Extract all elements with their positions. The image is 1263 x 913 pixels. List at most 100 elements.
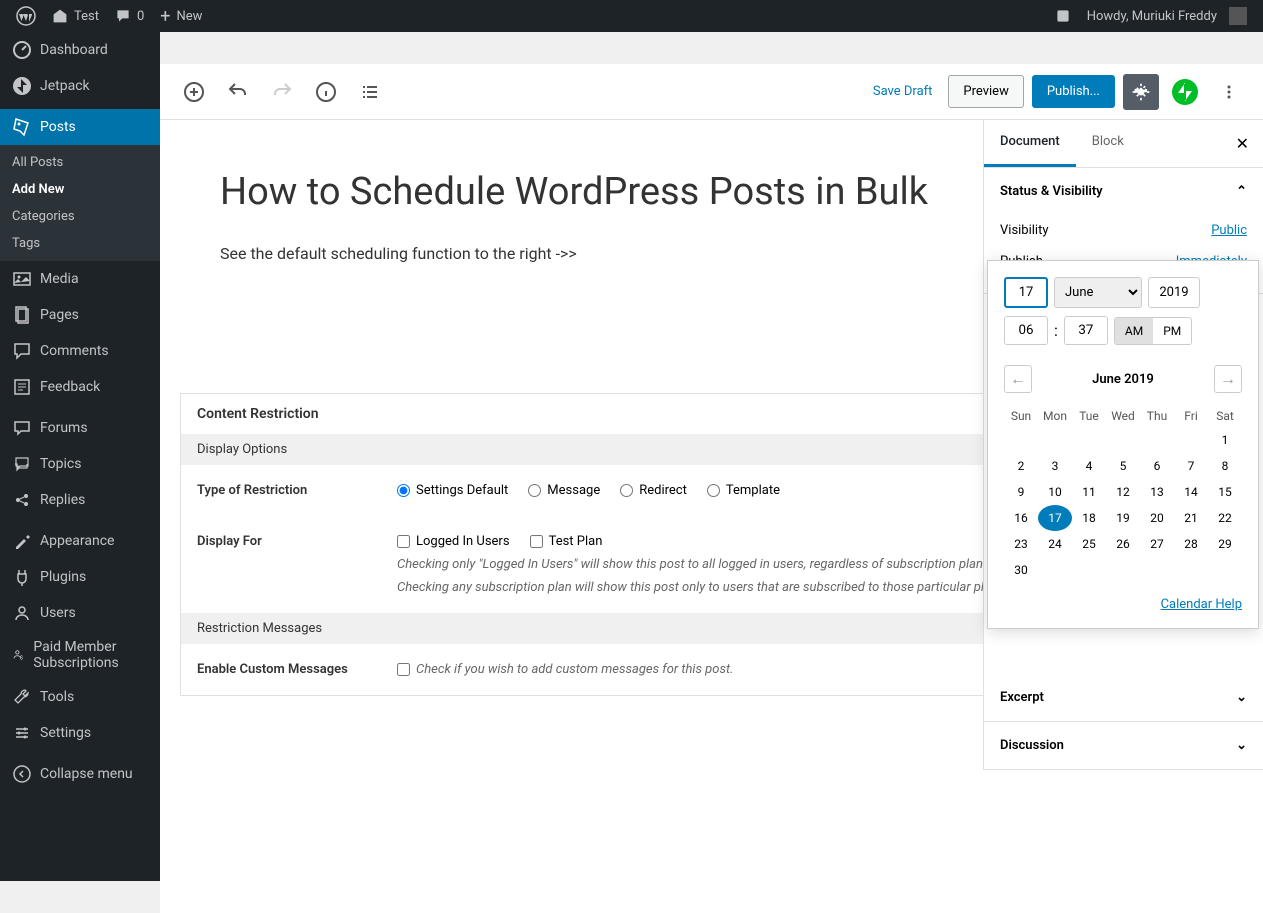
preview-button[interactable]: Preview — [948, 75, 1023, 108]
check-logged-in[interactable]: Logged In Users — [397, 534, 510, 549]
calendar-day[interactable]: 15 — [1208, 479, 1242, 505]
submenu-all-posts[interactable]: All Posts — [0, 149, 160, 176]
outline-icon[interactable] — [352, 74, 388, 110]
calendar-dow: Fri — [1174, 405, 1208, 427]
menu-media[interactable]: Media — [0, 261, 160, 297]
calendar-day[interactable]: 16 — [1004, 505, 1038, 531]
notifications-icon[interactable] — [1047, 0, 1079, 32]
info-icon[interactable] — [308, 74, 344, 110]
hour-input[interactable] — [1004, 316, 1048, 345]
calendar-day[interactable]: 6 — [1140, 453, 1174, 479]
calendar-day[interactable]: 28 — [1174, 531, 1208, 557]
calendar-day[interactable]: 24 — [1038, 531, 1072, 557]
label-type-restriction: Type of Restriction — [197, 483, 377, 498]
menu-jetpack[interactable]: Jetpack — [0, 68, 160, 104]
site-link[interactable]: Test — [44, 0, 107, 32]
day-input[interactable] — [1004, 277, 1048, 308]
check-test-plan[interactable]: Test Plan — [530, 534, 603, 549]
menu-dashboard[interactable]: Dashboard — [0, 32, 160, 68]
calendar-day[interactable]: 25 — [1072, 531, 1106, 557]
calendar-day[interactable]: 30 — [1004, 557, 1038, 583]
calendar-day[interactable]: 21 — [1174, 505, 1208, 531]
calendar-day[interactable]: 12 — [1106, 479, 1140, 505]
section-discussion[interactable]: Discussion⌄ — [984, 722, 1263, 769]
calendar-day[interactable]: 27 — [1140, 531, 1174, 557]
collapse-menu[interactable]: Collapse menu — [0, 756, 160, 792]
calendar-day[interactable]: 22 — [1208, 505, 1242, 531]
menu-users[interactable]: Users — [0, 595, 160, 631]
menu-appearance[interactable]: Appearance — [0, 523, 160, 559]
publish-button[interactable]: Publish... — [1032, 75, 1115, 108]
calendar-day[interactable]: 14 — [1174, 479, 1208, 505]
admin-sidebar: Dashboard Jetpack Posts All Posts Add Ne… — [0, 32, 160, 881]
minute-input[interactable] — [1064, 316, 1108, 345]
more-icon[interactable] — [1211, 74, 1247, 110]
calendar-day[interactable]: 3 — [1038, 453, 1072, 479]
save-draft-link[interactable]: Save Draft — [873, 84, 933, 99]
menu-forums[interactable]: Forums — [0, 410, 160, 446]
menu-tools[interactable]: Tools — [0, 679, 160, 715]
tab-block[interactable]: Block — [1076, 120, 1140, 167]
calendar-day[interactable]: 7 — [1174, 453, 1208, 479]
menu-feedback[interactable]: Feedback — [0, 369, 160, 405]
calendar-day[interactable]: 4 — [1072, 453, 1106, 479]
tab-document[interactable]: Document — [984, 120, 1076, 167]
calendar-day[interactable]: 5 — [1106, 453, 1140, 479]
submenu-categories[interactable]: Categories — [0, 203, 160, 230]
radio-template[interactable]: Template — [707, 483, 780, 498]
calendar-day[interactable]: 13 — [1140, 479, 1174, 505]
post-title[interactable]: How to Schedule WordPress Posts in Bulk — [220, 170, 940, 214]
comments-link[interactable]: 0 — [107, 0, 152, 32]
redo-icon[interactable] — [264, 74, 300, 110]
undo-icon[interactable] — [220, 74, 256, 110]
close-panel-icon[interactable]: ✕ — [1222, 120, 1263, 167]
submenu-add-new[interactable]: Add New — [0, 176, 160, 203]
new-link[interactable]: +New — [152, 0, 210, 32]
calendar-day[interactable]: 9 — [1004, 479, 1038, 505]
calendar-day[interactable]: 23 — [1004, 531, 1038, 557]
menu-comments[interactable]: Comments — [0, 333, 160, 369]
month-select[interactable]: June — [1054, 277, 1142, 308]
calendar-day[interactable]: 17 — [1038, 505, 1072, 531]
menu-plugins[interactable]: Plugins — [0, 559, 160, 595]
menu-posts[interactable]: Posts — [0, 109, 160, 145]
menu-settings[interactable]: Settings — [0, 715, 160, 751]
submenu-tags[interactable]: Tags — [0, 230, 160, 257]
jetpack-icon[interactable] — [1167, 74, 1203, 110]
calendar-day[interactable]: 26 — [1106, 531, 1140, 557]
calendar-help-link[interactable]: Calendar Help — [1161, 597, 1242, 612]
calendar-dow: Wed — [1106, 405, 1140, 427]
am-button[interactable]: AM — [1115, 318, 1153, 344]
menu-paid-member[interactable]: $Paid Member Subscriptions — [0, 631, 160, 679]
menu-pages[interactable]: Pages — [0, 297, 160, 333]
year-input[interactable] — [1148, 277, 1200, 308]
calendar-day[interactable]: 19 — [1106, 505, 1140, 531]
radio-redirect[interactable]: Redirect — [620, 483, 687, 498]
label-display-for: Display For — [197, 534, 377, 595]
section-excerpt[interactable]: Excerpt⌄ — [984, 674, 1263, 721]
calendar-day[interactable]: 11 — [1072, 479, 1106, 505]
settings-gear-icon[interactable] — [1123, 74, 1159, 110]
radio-settings-default[interactable]: Settings Default — [397, 483, 508, 498]
wp-logo[interactable] — [8, 0, 44, 32]
menu-replies[interactable]: Replies — [0, 482, 160, 518]
pm-button[interactable]: PM — [1153, 318, 1191, 344]
calendar-day[interactable]: 18 — [1072, 505, 1106, 531]
calendar-day[interactable]: 1 — [1208, 427, 1242, 453]
section-status[interactable]: Status & Visibility⌃ — [984, 168, 1263, 215]
calendar-day[interactable]: 8 — [1208, 453, 1242, 479]
menu-topics[interactable]: Topics — [0, 446, 160, 482]
calendar-day[interactable]: 2 — [1004, 453, 1038, 479]
next-month-icon[interactable]: → — [1214, 365, 1242, 393]
calendar-day[interactable]: 20 — [1140, 505, 1174, 531]
label-custom-messages: Enable Custom Messages — [197, 662, 377, 677]
add-block-icon[interactable] — [176, 74, 212, 110]
editor-main: Save Draft Preview Publish... How to Sch… — [160, 64, 1263, 913]
prev-month-icon[interactable]: ← — [1004, 365, 1032, 393]
calendar-day[interactable]: 10 — [1038, 479, 1072, 505]
post-body[interactable]: See the default scheduling function to t… — [220, 244, 940, 263]
visibility-value[interactable]: Public — [1211, 223, 1247, 238]
howdy-link[interactable]: Howdy, Muriuki Freddy — [1079, 0, 1255, 32]
radio-message[interactable]: Message — [528, 483, 600, 498]
calendar-day[interactable]: 29 — [1208, 531, 1242, 557]
